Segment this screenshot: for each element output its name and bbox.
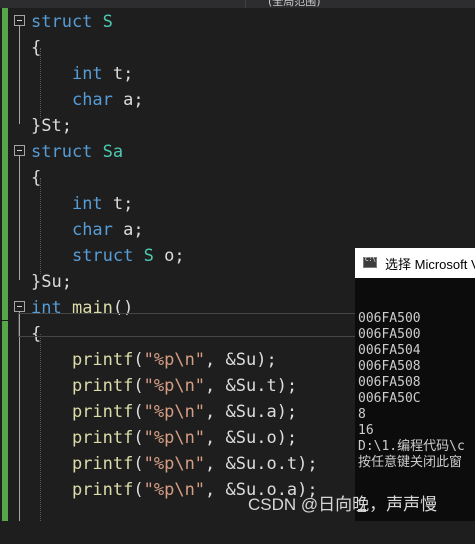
code-token: { <box>31 38 42 58</box>
code-token: ( <box>133 350 144 370</box>
code-token: ( <box>133 454 144 474</box>
code-token: S <box>102 12 113 32</box>
code-line: struct S o; <box>31 243 185 269</box>
code-line: printf("%p\n", &Su.a); <box>31 399 297 425</box>
code-token: printf <box>71 480 134 500</box>
code-token: ( <box>133 402 144 422</box>
code-line: printf("%p\n", &Su.o); <box>31 425 297 451</box>
editor-gutter <box>0 8 10 521</box>
change-marker <box>2 8 8 320</box>
code-token: struct <box>31 12 93 32</box>
code-token: }St; <box>31 116 72 136</box>
code-token: , &Su.a); <box>205 402 298 422</box>
code-token: int <box>71 194 103 214</box>
code-line: struct Sa <box>31 139 123 165</box>
console-output-line: D:\1.编程代码\c <box>358 439 465 454</box>
code-line: struct S <box>31 9 113 35</box>
code-token: }Su; <box>31 272 72 292</box>
console-output-line: 006FA50C <box>358 391 421 406</box>
code-line: printf("%p\n", &Su.o.t); <box>31 451 318 477</box>
code-token: int <box>71 64 103 84</box>
code-token: , &Su.o); <box>205 428 298 448</box>
code-token: struct <box>71 246 134 266</box>
console-output-line: 按任意键关闭此窗 <box>358 455 463 470</box>
code-token: a; <box>112 220 144 240</box>
fold-line <box>19 26 20 124</box>
code-line: }St; <box>31 113 72 139</box>
code-token: printf <box>71 376 134 396</box>
code-token: "%p\n" <box>143 428 206 448</box>
code-token: printf <box>71 402 134 422</box>
console-output-line: 006FA500 <box>358 327 421 342</box>
code-line: { <box>31 165 41 191</box>
editor-navigation-bar: (全局范围) <box>0 0 475 8</box>
code-line: printf("%p\n", &Su.t); <box>31 373 297 399</box>
code-token: , &Su.o.t); <box>205 454 318 474</box>
code-token: printf <box>71 454 134 474</box>
code-token: { <box>31 168 42 188</box>
code-token: "%p\n" <box>143 454 206 474</box>
navigation-divider <box>245 0 246 8</box>
code-token: ( <box>133 428 144 448</box>
code-line: }Su; <box>31 269 72 295</box>
console-output-line: 006FA504 <box>358 343 421 358</box>
console-output-line: 006FA500 <box>358 311 421 326</box>
code-line: printf("%p\n", &Su); <box>31 347 277 373</box>
console-app-icon <box>363 256 377 268</box>
code-token: "%p\n" <box>143 402 206 422</box>
code-token: printf <box>71 428 134 448</box>
code-token: S <box>143 246 154 266</box>
code-token: a; <box>112 90 144 110</box>
code-token: char <box>71 220 113 240</box>
change-marker <box>2 321 8 521</box>
console-window[interactable]: 选择 Microsoft V 006FA500006FA500006FA5040… <box>355 248 475 521</box>
code-line: char a; <box>31 87 144 113</box>
fold-collapse-icon[interactable] <box>14 301 25 312</box>
fold-line <box>19 312 20 521</box>
code-token: t; <box>102 64 134 84</box>
console-output-line: 006FA508 <box>358 359 421 374</box>
code-token: "%p\n" <box>143 350 206 370</box>
code-token: "%p\n" <box>143 480 206 500</box>
code-token: char <box>71 90 113 110</box>
console-title: 选择 Microsoft V <box>385 257 475 272</box>
scope-dropdown[interactable]: (全局范围) <box>268 0 321 8</box>
fold-collapse-icon[interactable] <box>14 15 25 26</box>
fold-line <box>19 156 20 280</box>
code-token: "%p\n" <box>143 376 206 396</box>
console-output-line: 16 <box>358 423 374 438</box>
console-titlebar[interactable]: 选择 Microsoft V <box>355 248 475 278</box>
console-output-line: 8 <box>358 407 366 422</box>
code-token: ( <box>133 480 144 500</box>
code-token: printf <box>71 350 134 370</box>
code-line: int t; <box>31 61 133 87</box>
code-line: { <box>31 35 41 61</box>
code-token: Sa <box>102 142 124 162</box>
code-token: t; <box>102 194 134 214</box>
fold-collapse-icon[interactable] <box>14 145 25 156</box>
code-line: int t; <box>31 191 133 217</box>
console-output-line: 006FA508 <box>358 375 421 390</box>
code-token: struct <box>31 142 93 162</box>
watermark: CSDN @日向晚，声声慢 <box>248 495 438 514</box>
code-token: o; <box>153 246 185 266</box>
code-token: , &Su); <box>205 350 277 370</box>
code-line: char a; <box>31 217 144 243</box>
code-token: , &Su.t); <box>205 376 298 396</box>
code-token: ( <box>133 376 144 396</box>
